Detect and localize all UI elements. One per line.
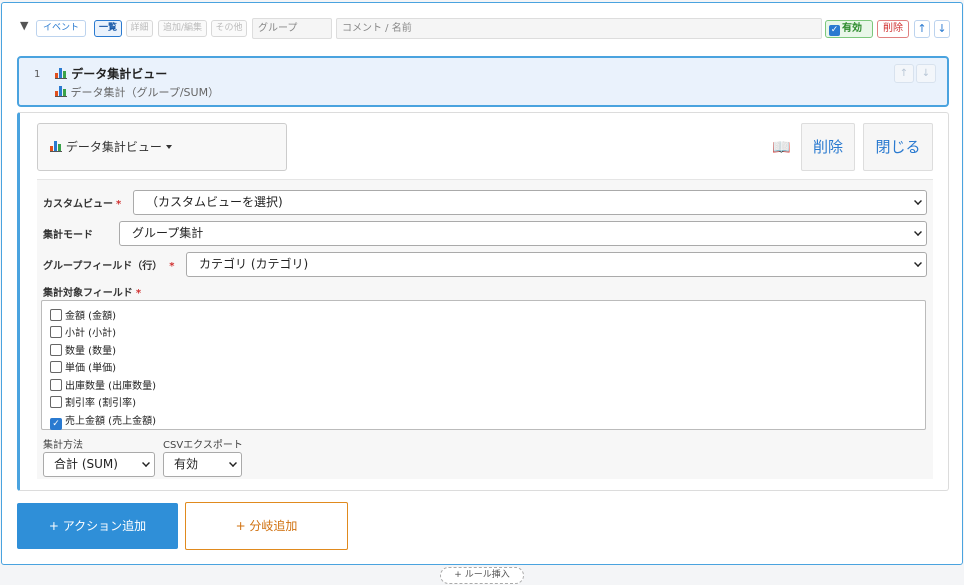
step-number: 1 [34, 69, 41, 80]
checkbox-checked-icon[interactable]: ✓ [50, 418, 62, 430]
step-form: カスタムビュー * （カスタムビューを選択) 集計モード グループ集計 グループフ… [37, 179, 933, 479]
add-branch-button[interactable]: + 分岐追加 [185, 502, 348, 550]
rule-card: ▼ イベント 一覧 詳細 追加/編集 その他 グループ コメント / 名前 ✓ 有… [1, 2, 963, 565]
checkbox-icon[interactable] [50, 379, 62, 391]
tag-other[interactable]: その他 [211, 20, 247, 37]
checkbox-icon[interactable] [50, 344, 62, 356]
enabled-label: 有効 [842, 23, 862, 34]
delete-step-button[interactable]: 削除 [801, 123, 855, 171]
list-item[interactable]: 単価 (単価) [50, 359, 116, 374]
bar-chart-icon [55, 85, 67, 97]
mode-select[interactable]: グループ集計 [119, 221, 927, 246]
step-subtitle-text: データ集計（グループ/SUM） [70, 86, 220, 99]
move-up-button[interactable]: ↑ [914, 20, 930, 38]
csv-export-label: CSVエクスポート [163, 440, 243, 451]
method-select[interactable]: 合計 (SUM) [43, 452, 155, 477]
custom-view-label: カスタムビュー * [43, 199, 122, 210]
list-item[interactable]: ✓ 売上金額 (売上金額) [50, 412, 156, 430]
checkbox-icon[interactable] [50, 309, 62, 321]
list-item[interactable]: 出庫数量 (出庫数量) [50, 377, 156, 392]
target-fields-list: 金額 (金額) 小計 (小計) 数量 (数量) 単価 (単価) 出庫数量 (出庫… [41, 300, 926, 430]
list-item[interactable]: 小計 (小計) [50, 324, 116, 339]
chevron-down-icon [229, 459, 237, 467]
tag-list[interactable]: 一覧 [94, 20, 122, 37]
list-item[interactable]: 金額 (金額) [50, 307, 116, 322]
bar-chart-icon [50, 140, 62, 152]
enabled-toggle[interactable]: ✓ 有効 [825, 20, 873, 38]
step-title-text: データ集計ビュー [71, 67, 168, 81]
step-subtitle: データ集計（グループ/SUM） [55, 84, 219, 100]
list-item[interactable]: 数量 (数量) [50, 342, 116, 357]
chevron-down-icon [142, 459, 150, 467]
step-editor-panel: データ集計ビュー 📖 削除 閉じる カスタムビュー * （カスタムビューを選択) … [17, 112, 949, 491]
checkbox-icon[interactable] [50, 396, 62, 408]
list-item[interactable]: 割引率 (割引率) [50, 394, 136, 409]
group-field-select[interactable]: カテゴリ (カテゴリ) [186, 252, 927, 277]
insert-rule-button[interactable]: + ルール挿入 [440, 567, 524, 584]
delete-rule-button[interactable]: 削除 [877, 20, 909, 38]
comment-input[interactable]: コメント / 名前 [336, 18, 822, 39]
step-up-button[interactable]: ↑ [894, 64, 914, 83]
tag-event[interactable]: イベント [36, 20, 86, 37]
close-button[interactable]: 閉じる [863, 123, 933, 171]
chevron-down-icon [914, 259, 922, 267]
bar-chart-icon [55, 67, 67, 79]
checkbox-icon[interactable] [50, 326, 62, 338]
mode-label: 集計モード [43, 230, 93, 241]
group-field-label: グループフィールド（行） * [43, 261, 175, 272]
target-fields-label: 集計対象フィールド * [43, 288, 142, 299]
book-icon[interactable]: 📖 [772, 138, 791, 156]
custom-view-select[interactable]: （カスタムビューを選択) [133, 190, 927, 215]
tag-add-edit[interactable]: 追加/編集 [158, 20, 207, 37]
step-title: データ集計ビュー [55, 65, 167, 82]
add-action-button[interactable]: + アクション追加 [17, 503, 178, 549]
tag-detail[interactable]: 詳細 [126, 20, 153, 37]
checkbox-icon[interactable] [50, 361, 62, 373]
csv-export-select[interactable]: 有効 [163, 452, 242, 477]
step-type-label: データ集計ビュー [65, 140, 162, 154]
collapse-toggle-icon[interactable]: ▼ [20, 19, 28, 32]
move-down-button[interactable]: ↓ [934, 20, 950, 38]
step-type-dropdown[interactable]: データ集計ビュー [37, 123, 287, 171]
group-input[interactable]: グループ [252, 18, 332, 39]
checkmark-icon: ✓ [829, 25, 840, 36]
caret-down-icon [165, 145, 172, 149]
method-label: 集計方法 [43, 440, 83, 451]
step-down-button[interactable]: ↓ [916, 64, 936, 83]
rule-toolbar: ▼ イベント 一覧 詳細 追加/編集 その他 グループ コメント / 名前 ✓ 有… [20, 18, 950, 40]
step-item-selected[interactable]: 1 データ集計ビュー データ集計（グループ/SUM） ↑ ↓ [17, 56, 949, 107]
chevron-down-icon [914, 228, 922, 236]
chevron-down-icon [914, 197, 922, 205]
